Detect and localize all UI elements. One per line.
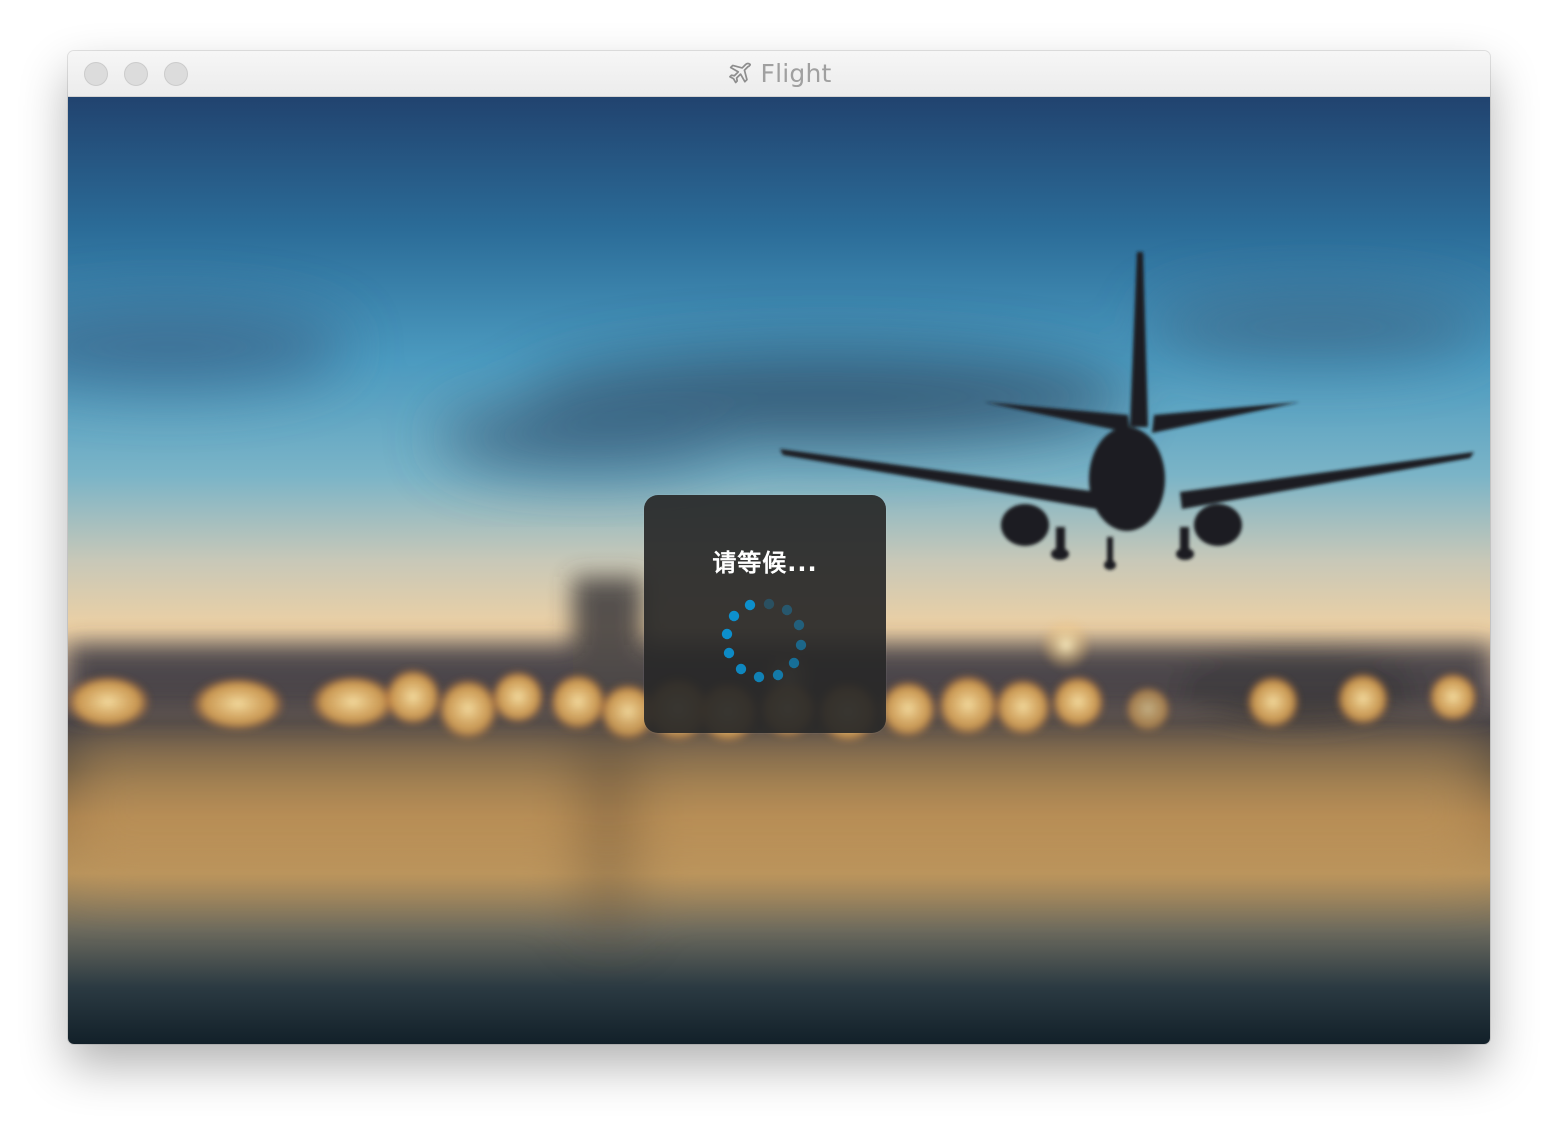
app-window: Flight 请等候... <box>68 51 1490 1044</box>
loading-dialog: 请等候... <box>644 495 886 733</box>
title-bar[interactable]: Flight <box>68 51 1490 97</box>
loading-message: 请等候... <box>712 549 818 577</box>
window-title-text: Flight <box>760 59 832 88</box>
loading-spinner-icon <box>721 598 807 683</box>
window-title: Flight <box>68 51 1490 96</box>
background-photo: 请等候... <box>68 97 1490 1044</box>
airplane-icon <box>728 62 751 83</box>
